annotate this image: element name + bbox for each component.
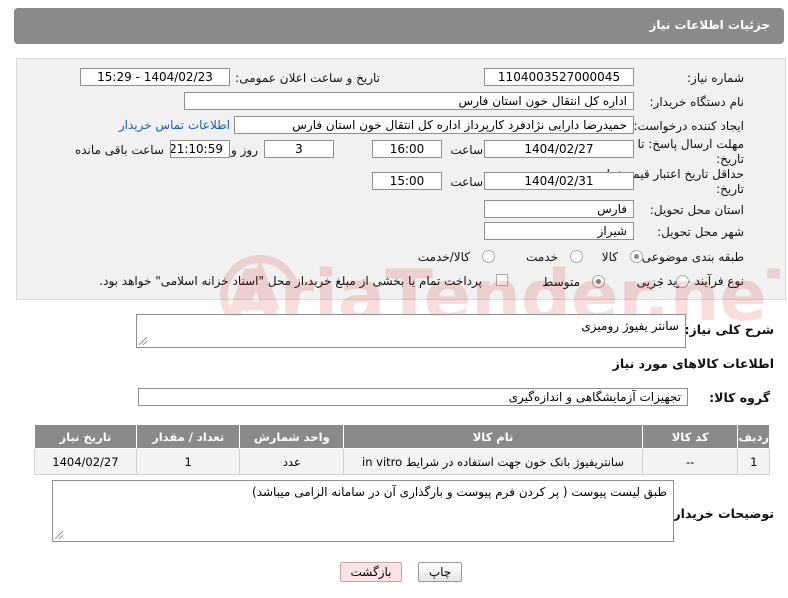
need-number-label: شماره نیاز: — [687, 71, 744, 85]
category-radio-service[interactable] — [570, 250, 583, 263]
resize-grip-icon[interactable] — [139, 337, 147, 345]
description-field: سانتر یفیوژ رومیزی — [136, 314, 686, 348]
cell-date: 1404/02/27 — [34, 448, 137, 475]
cell-code: -- — [641, 448, 739, 475]
province-label: استان محل تحویل: — [649, 203, 744, 217]
goods-info-title: اطلاعات کالاهای مورد نیاز — [612, 356, 774, 371]
col-date-header: تاریخ نیاز — [34, 424, 137, 449]
creator-label: ایجاد کننده درخواست: — [633, 119, 744, 133]
province-field: فارس — [484, 200, 634, 218]
process-option-minor: جزیی — [636, 275, 664, 289]
cell-unit: عدد — [239, 448, 345, 475]
col-unit-header: واحد شمارش — [239, 424, 345, 449]
description-label: شرح کلی نیاز: — [684, 322, 774, 337]
table-row: 1 -- سانتریفیوژ بانک خون جهت استفاده در … — [34, 448, 770, 475]
payment-note: پرداخت تمام یا بخشی از مبلغ خرید،از محل … — [99, 274, 482, 288]
city-label: شهر محل تحویل: — [657, 225, 744, 239]
buyer-org-field: اداره کل انتقال خون استان فارس — [184, 92, 634, 110]
announce-label: تاریخ و ساعت اعلان عمومی: — [235, 71, 380, 85]
cell-row: 1 — [737, 448, 770, 475]
process-radio-minor[interactable] — [676, 275, 689, 288]
page-title: جزئیات اطلاعات نیاز — [649, 18, 770, 32]
description-text: سانتر یفیوژ رومیزی — [581, 319, 679, 333]
price-date-field: 1404/02/31 — [484, 172, 634, 190]
col-row-header: ردیف — [737, 424, 770, 449]
buyer-notes-field: طبق لیست پیوست ( پر کردن فرم پیوست و بار… — [52, 480, 674, 542]
back-button[interactable]: بازگشت — [340, 562, 402, 582]
price-time-field: 15:00 — [372, 172, 442, 190]
category-option-both: کالا/خدمت — [417, 250, 470, 264]
announce-field: 1404/02/23 - 15:29 — [80, 68, 230, 86]
reply-time-field: 16:00 — [372, 140, 442, 158]
category-option-service: خدمت — [526, 250, 558, 264]
buyer-org-label: نام دستگاه خریدار: — [649, 95, 745, 109]
resize-grip-icon[interactable] — [55, 531, 63, 539]
days-field: 3 — [264, 140, 334, 158]
buyer-notes-label: توضیحات خریدار: — [668, 506, 774, 521]
remaining-field: 21:10:59 — [170, 140, 230, 158]
page-header: جزئیات اطلاعات نیاز — [14, 8, 784, 44]
col-name-header: نام کالا — [343, 424, 643, 449]
payment-checkbox[interactable] — [496, 274, 508, 286]
buyer-notes-text: طبق لیست پیوست ( پر کردن فرم پیوست و بار… — [252, 485, 667, 499]
goods-group-field: تجهیزات آزمایشگاهی و اندازه‌گیری — [138, 388, 688, 406]
price-time-label: ساعت — [450, 175, 483, 189]
buyer-contact-link[interactable]: اطلاعات تماس خریدار — [119, 118, 230, 132]
cell-name: سانتریفیوژ بانک خون جهت استفاده در شرایط… — [343, 448, 643, 475]
items-table: ردیف کد کالا نام کالا واحد شمارش تعداد /… — [34, 424, 770, 475]
process-option-medium: متوسط — [542, 275, 580, 289]
reply-time-label: ساعت — [450, 143, 483, 157]
col-code-header: کد کالا — [641, 424, 739, 449]
category-label: طبقه بندی موضوعی: — [637, 250, 744, 264]
process-label: نوع فرآیند خرید : — [659, 274, 744, 288]
col-qty-header: تعداد / مقدار — [135, 424, 241, 449]
goods-group-label: گروه کالا: — [709, 390, 770, 405]
table-header-row: ردیف کد کالا نام کالا واحد شمارش تعداد /… — [34, 424, 770, 449]
cell-qty: 1 — [135, 448, 241, 475]
city-field: شیراز — [484, 222, 634, 240]
reply-date-field: 1404/02/27 — [484, 140, 634, 158]
need-number-field: 1104003527000045 — [484, 68, 634, 86]
category-option-goods: کالا — [601, 250, 618, 264]
days-label: روز و — [231, 143, 258, 157]
process-radio-medium[interactable] — [592, 275, 605, 288]
category-radio-both[interactable] — [482, 250, 495, 263]
remaining-label: ساعت باقی مانده — [74, 143, 164, 157]
creator-field: حمیدرضا دارایی نژادفرد کارپرداز اداره کل… — [234, 116, 634, 134]
print-button[interactable]: چاپ — [418, 562, 462, 582]
category-radio-goods[interactable] — [630, 250, 643, 263]
